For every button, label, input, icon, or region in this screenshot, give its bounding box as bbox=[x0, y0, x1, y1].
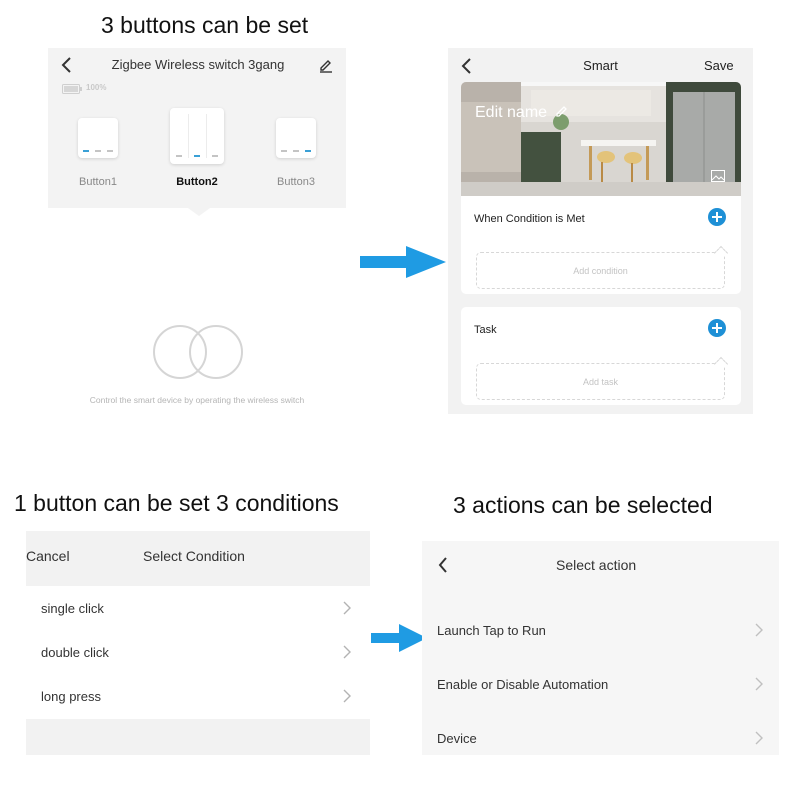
notch bbox=[713, 245, 729, 261]
indicator-light bbox=[95, 150, 101, 152]
action-screen: Select action Launch Tap to Run Enable o… bbox=[422, 541, 779, 755]
condition-option-label: single click bbox=[41, 601, 104, 616]
switch-button-3[interactable] bbox=[276, 118, 316, 178]
page-title: Smart bbox=[583, 58, 618, 73]
condition-option[interactable]: long press bbox=[26, 675, 370, 719]
add-task-label: Add task bbox=[582, 377, 619, 387]
switch-button-1[interactable] bbox=[78, 118, 118, 178]
condition-screen: Cancel Select Condition single click dou… bbox=[26, 531, 370, 755]
page-title: Select action bbox=[556, 557, 637, 573]
indicator-light bbox=[305, 150, 311, 152]
add-condition-label: Add condition bbox=[573, 266, 628, 276]
switch-title: Zigbee Wireless switch 3gang bbox=[111, 57, 285, 72]
indicator-light bbox=[176, 155, 182, 157]
switch-button-2[interactable] bbox=[170, 108, 224, 168]
button-label[interactable]: Button3 bbox=[256, 176, 336, 188]
plus-circle-icon[interactable] bbox=[708, 208, 726, 226]
chevron-right-icon bbox=[755, 731, 763, 745]
image-icon[interactable] bbox=[711, 170, 725, 182]
condition-title: When Condition is Met bbox=[474, 213, 585, 225]
indicator-light bbox=[194, 155, 200, 157]
indicator-light bbox=[83, 150, 89, 152]
smart-screen: Smart Save Edit name When Condition is M… bbox=[448, 48, 753, 414]
chevron-right-icon bbox=[343, 645, 351, 659]
indicator-light bbox=[212, 155, 218, 157]
caption-buttons: 3 buttons can be set bbox=[101, 12, 309, 38]
chevron-right-icon bbox=[343, 689, 351, 703]
add-task-button[interactable]: Add task bbox=[476, 356, 729, 400]
switch-button-face bbox=[78, 118, 118, 158]
chevron-left-icon[interactable] bbox=[60, 56, 74, 74]
page-title: Select Condition bbox=[143, 548, 245, 564]
battery-level: 100% bbox=[86, 83, 107, 92]
selection-pointer bbox=[188, 208, 210, 216]
two-rings-icon bbox=[153, 325, 243, 379]
task-title: Task bbox=[474, 324, 497, 336]
plus-circle-icon[interactable] bbox=[708, 319, 726, 337]
condition-option-label: double click bbox=[41, 645, 109, 660]
save-button[interactable]: Save bbox=[704, 58, 734, 73]
scene-name[interactable]: Edit name bbox=[475, 104, 547, 122]
condition-option-label: long press bbox=[41, 689, 101, 704]
switch-button-face bbox=[276, 118, 316, 158]
action-option[interactable]: Launch Tap to Run bbox=[422, 603, 779, 657]
condition-option[interactable]: single click bbox=[26, 587, 370, 631]
divider bbox=[206, 114, 207, 158]
switch-screen: Zigbee Wireless switch 3gang 100% Button… bbox=[48, 48, 346, 410]
chevron-right-icon bbox=[343, 601, 351, 615]
indicator-light bbox=[293, 150, 299, 152]
condition-footer bbox=[26, 719, 370, 755]
caption-actions: 3 actions can be selected bbox=[453, 492, 713, 518]
action-option-label: Launch Tap to Run bbox=[437, 623, 546, 638]
condition-header: Cancel Select Condition bbox=[26, 531, 370, 586]
pencil-icon[interactable] bbox=[318, 57, 334, 73]
condition-option[interactable]: double click bbox=[26, 631, 370, 675]
action-option-label: Device bbox=[437, 731, 477, 746]
action-option-label: Enable or Disable Automation bbox=[437, 677, 609, 692]
action-option[interactable]: Device bbox=[422, 711, 779, 765]
switch-header: Zigbee Wireless switch 3gang 100% Button… bbox=[48, 48, 346, 208]
right-arrow-icon bbox=[360, 246, 446, 278]
pencil-icon[interactable] bbox=[555, 104, 569, 118]
caption-conditions: 1 button can be set 3 conditions bbox=[14, 490, 339, 516]
button-label[interactable]: Button1 bbox=[58, 176, 138, 188]
battery-icon bbox=[62, 84, 82, 94]
chevron-left-icon[interactable] bbox=[460, 57, 474, 75]
cancel-button[interactable]: Cancel bbox=[26, 548, 70, 564]
button-label[interactable]: Button2 bbox=[157, 176, 237, 188]
kitchen-illustration bbox=[461, 82, 741, 196]
condition-card: When Condition is Met Add condition bbox=[461, 196, 741, 294]
chevron-right-icon bbox=[755, 623, 763, 637]
chevron-right-icon bbox=[755, 677, 763, 691]
add-condition-button[interactable]: Add condition bbox=[476, 245, 729, 289]
divider bbox=[188, 114, 189, 158]
notch bbox=[713, 356, 729, 372]
scene-cover-image[interactable]: Edit name bbox=[461, 82, 741, 196]
switch-description: Control the smart device by operating th… bbox=[89, 395, 305, 405]
action-option[interactable]: Enable or Disable Automation bbox=[422, 657, 779, 711]
indicator-light bbox=[281, 150, 287, 152]
switch-button-face bbox=[170, 108, 224, 164]
chevron-left-icon[interactable] bbox=[437, 556, 449, 574]
right-arrow-icon bbox=[371, 624, 427, 652]
indicator-light bbox=[107, 150, 113, 152]
task-card: Task Add task bbox=[461, 307, 741, 405]
